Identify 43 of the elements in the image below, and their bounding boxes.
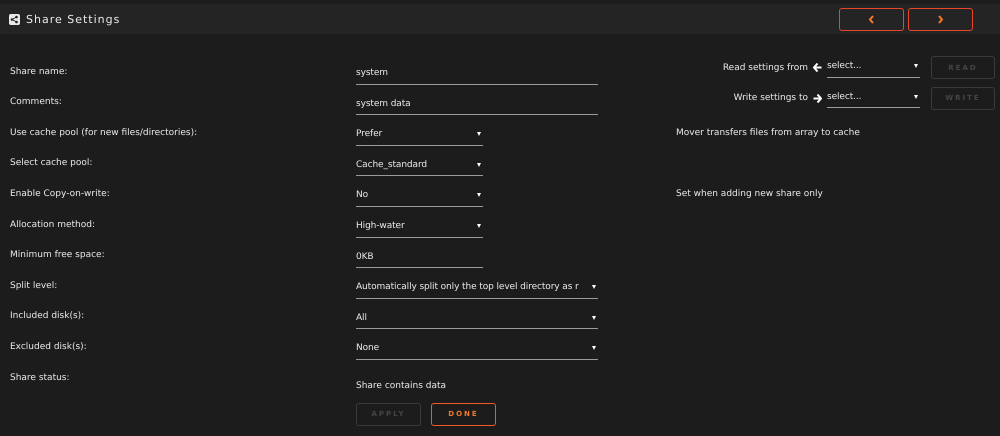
chevron-left-icon <box>868 14 875 24</box>
previous-button[interactable] <box>839 8 904 30</box>
caret-icon <box>592 285 596 290</box>
page-title: Share Settings <box>26 12 120 26</box>
settings-label: Write settings to <box>734 93 808 104</box>
dropdown-field[interactable]: No <box>356 186 483 207</box>
input-field[interactable]: system data <box>356 95 598 116</box>
field-label: Share name: <box>10 66 68 79</box>
settings-label: Read settings from <box>722 62 808 72</box>
field-label: Comments: <box>10 97 63 110</box>
field-label: Excluded disk(s): <box>10 342 88 354</box>
arrow-left-icon <box>813 63 822 72</box>
hint-text: Mover transfers files from array to cache <box>676 128 860 138</box>
arrow-right-icon <box>813 94 822 103</box>
caret-icon <box>592 316 596 320</box>
field-label: Use cache pool (for new files/directories): <box>10 128 198 140</box>
dropdown-field[interactable]: Cache_standard <box>356 156 483 176</box>
caret-icon <box>914 64 918 68</box>
dropdown-field[interactable]: High-water <box>356 218 483 238</box>
field-label: Allocation method: <box>10 220 96 232</box>
field-label: Split level: <box>10 280 58 293</box>
share-icon <box>9 14 20 24</box>
caret-icon <box>477 132 481 136</box>
input-field[interactable]: 0KB <box>356 248 483 268</box>
dropdown-field[interactable]: None <box>356 340 598 360</box>
field-label: Minimum free space: <box>10 250 106 262</box>
dropdown-field[interactable]: Automatically split only the top level directory as r <box>356 278 598 299</box>
caret-icon <box>592 346 596 350</box>
input-field[interactable]: system <box>356 64 598 85</box>
dropdown-field[interactable]: Prefer <box>356 126 483 146</box>
caret-icon <box>914 94 918 99</box>
caret-icon <box>477 193 481 198</box>
field-label: Select cache pool: <box>10 158 94 170</box>
dropdown-field[interactable]: All <box>356 309 598 330</box>
caret-icon <box>477 224 481 228</box>
chevron-right-icon <box>937 14 944 24</box>
field-label: Enable Copy-on-write: <box>10 188 111 201</box>
hint-text: Set when adding new share only <box>676 188 823 199</box>
field-label: Share status: <box>10 372 71 385</box>
field-label: Included disk(s): <box>10 311 86 324</box>
status-text: Share contains data <box>356 380 446 393</box>
next-button[interactable] <box>908 8 973 30</box>
caret-icon <box>477 162 481 167</box>
